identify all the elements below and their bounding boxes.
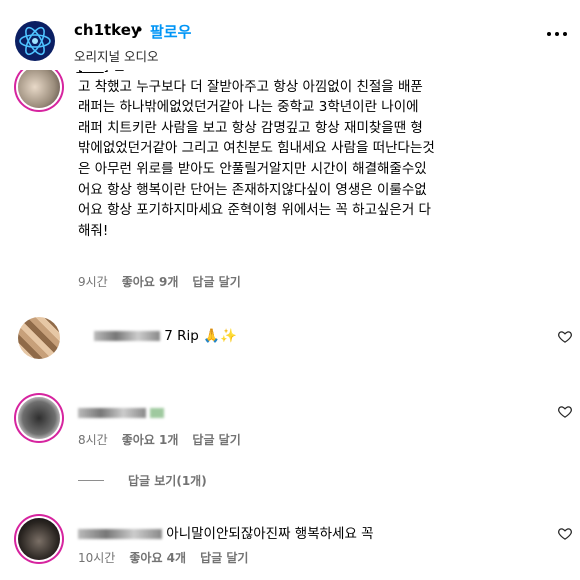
comment-time: 9시간 [78,275,108,289]
comment-avatar[interactable] [18,317,60,359]
comment-likes[interactable]: 좋아요 9개 [122,275,179,289]
audio-label[interactable]: 오리지널 오디오 [74,46,158,65]
comment-meta: 9시간 좋아요 9개 답글 달기 [78,273,241,290]
comment-text: 7 Rip 🙏✨ [94,328,237,344]
comment-likes[interactable]: 좋아요 4개 [129,551,186,565]
post-header: ch1tkey • 팔로우 오리지널 오디오 [0,0,580,70]
more-options-icon[interactable] [545,28,569,40]
like-heart-icon[interactable] [557,526,573,541]
comment-time: 8시간 [78,433,108,447]
follow-button[interactable]: 팔로우 [150,21,191,42]
comments-list[interactable]: [̲̅_̲̅_̲̅_̲̅] 는 ... 고 착했고 누구보다 더 잘받아주고 항… [0,70,580,580]
comment-text [78,405,165,421]
replies-divider [78,480,104,481]
comment-avatar[interactable] [18,518,60,560]
comment-time: 10시간 [78,551,116,565]
comment-meta: 8시간 좋아요 1개 답글 달기 [78,431,241,448]
view-replies-button[interactable]: 답글 보기(1개) [128,472,207,489]
profile-avatar[interactable] [15,21,55,61]
like-heart-icon[interactable] [557,329,573,344]
reply-button[interactable]: 답글 달기 [192,275,240,289]
blurred-username [94,331,160,341]
comment-meta: 10시간 좋아요 4개 답글 달기 [78,549,248,566]
comment-emoji: 🙏✨ [203,328,237,344]
reply-button[interactable]: 답글 달기 [200,551,248,565]
header-separator: • [135,21,144,39]
blurred-username [78,529,162,539]
header-username[interactable]: ch1tkey [74,21,141,39]
comment-text-suffix: 아니말이안되잖아진짜 행복하세요 꼭 [166,526,374,542]
comment-text: [̲̅_̲̅_̲̅_̲̅] 는 ... 고 착했고 누구보다 더 잘받아주고 항… [78,70,435,239]
blurred-emoji [150,408,165,418]
comment-text: 아니말이안되잖아진짜 행복하세요 꼭 [78,522,374,542]
blurred-username [78,408,146,418]
like-heart-icon[interactable] [557,404,573,419]
reply-button[interactable]: 답글 달기 [192,433,240,447]
atom-icon [19,26,51,56]
comment-likes[interactable]: 좋아요 1개 [122,433,179,447]
comment-avatar[interactable] [18,397,60,439]
comment-avatar[interactable] [18,70,60,108]
comment-text-suffix: 7 Rip [164,328,199,344]
